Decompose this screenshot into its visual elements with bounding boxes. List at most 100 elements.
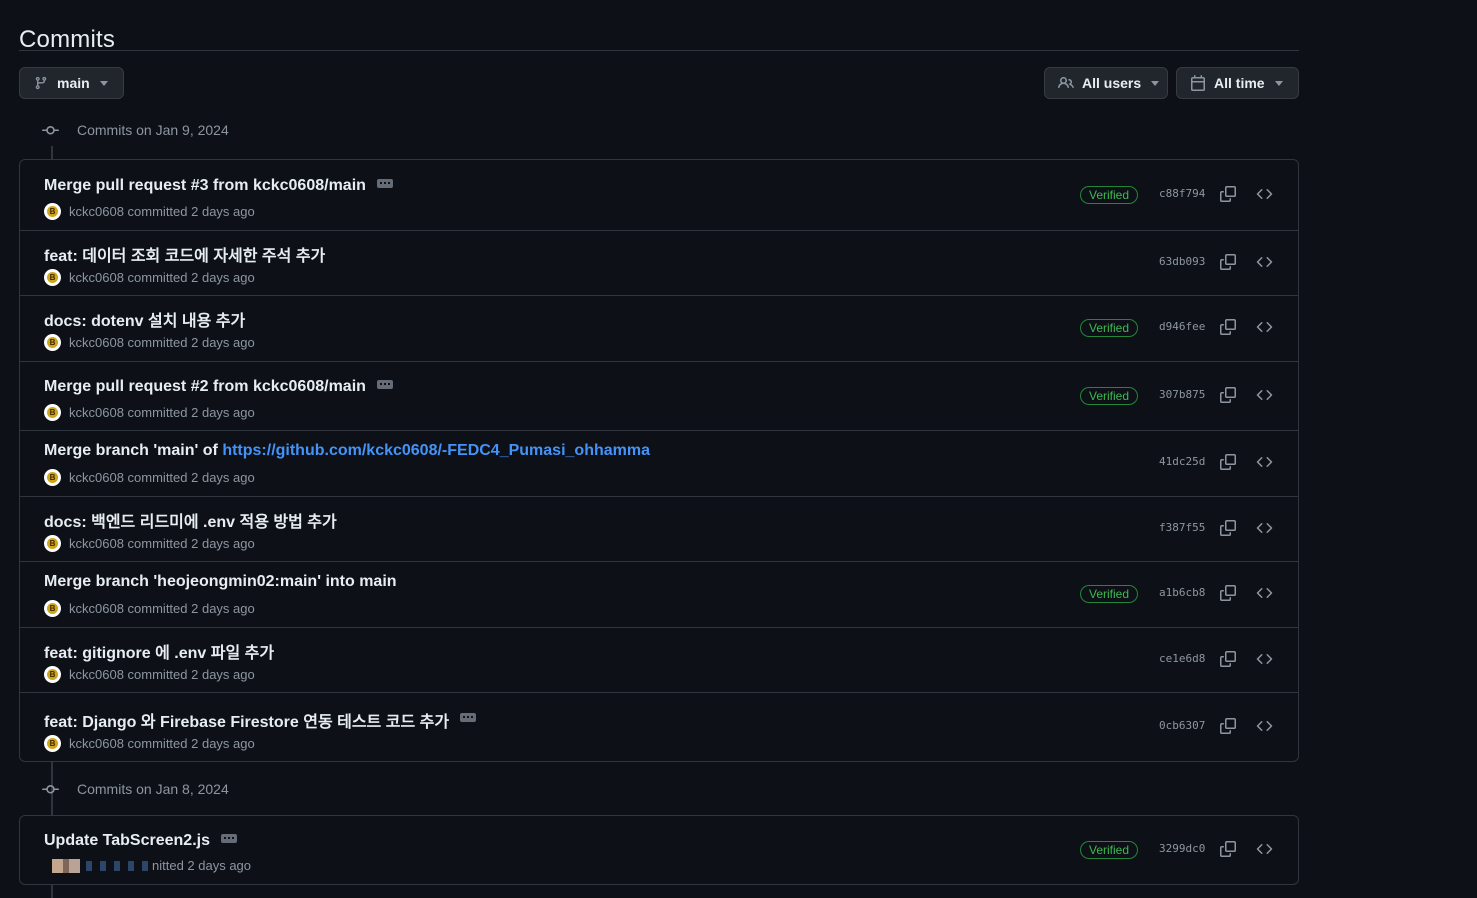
commit-message[interactable]: feat: 데이터 조회 코드에 자세한 주석 추가 <box>44 242 325 266</box>
avatar[interactable] <box>52 858 80 873</box>
commit-sha[interactable]: d946fee <box>1159 320 1205 333</box>
commit-list: Update TabScreen2.js nitted 2 days ago V… <box>19 815 1299 885</box>
people-icon <box>1058 76 1074 89</box>
commit-author[interactable]: kckc0608 <box>69 204 124 219</box>
verified-badge[interactable]: Verified <box>1080 186 1138 204</box>
commit-author[interactable]: kckc0608 <box>69 601 124 616</box>
kebab-horizontal-icon[interactable] <box>376 178 393 188</box>
commit-message[interactable]: docs: dotenv 설치 내용 추가 <box>44 307 245 331</box>
commit-sha[interactable]: ce1e6d8 <box>1159 652 1205 665</box>
git-commit-icon <box>42 125 59 134</box>
commit-sha[interactable]: 41dc25d <box>1159 455 1205 468</box>
git-branch-icon <box>35 76 47 90</box>
verified-badge[interactable]: Verified <box>1080 585 1138 603</box>
commit-row: Merge pull request #2 from kckc0608/main… <box>20 361 1298 430</box>
verified-badge[interactable]: Verified <box>1080 841 1138 859</box>
avatar[interactable]: B <box>44 404 61 421</box>
commit-author[interactable]: kckc0608 <box>69 470 124 485</box>
commit-message-link[interactable]: https://github.com/kckc0608/-FEDC4_Pumas… <box>222 442 650 460</box>
code-icon[interactable] <box>1256 454 1273 470</box>
commit-sha[interactable]: 0cb6307 <box>1159 719 1205 732</box>
verified-badge[interactable]: Verified <box>1080 319 1138 337</box>
avatar[interactable]: B <box>44 203 61 220</box>
commit-meta: committed 2 days ago <box>127 335 255 350</box>
commit-row: feat: Django 와 Firebase Firestore 연동 테스트… <box>20 692 1298 761</box>
commit-row: feat: gitignore 에 .env 파일 추가 B kckc0608 … <box>20 627 1298 692</box>
copy-icon[interactable] <box>1220 520 1236 536</box>
commit-group-date: Commits on Jan 8, 2024 <box>77 781 229 797</box>
copy-icon[interactable] <box>1220 254 1236 270</box>
commit-author[interactable]: kckc0608 <box>69 335 124 350</box>
commit-row: Merge branch 'heojeongmin02:main' into m… <box>20 561 1298 627</box>
kebab-horizontal-icon[interactable] <box>460 712 477 722</box>
commit-sha[interactable]: 3299dc0 <box>1159 842 1205 855</box>
code-icon[interactable] <box>1256 254 1273 270</box>
copy-icon[interactable] <box>1220 454 1236 470</box>
copy-icon[interactable] <box>1220 651 1236 667</box>
code-icon[interactable] <box>1256 585 1273 601</box>
commit-message[interactable]: feat: Django 와 Firebase Firestore 연동 테스트… <box>44 708 449 732</box>
commit-message[interactable]: Merge branch 'main' of <box>44 442 222 460</box>
code-icon[interactable] <box>1256 718 1273 734</box>
commit-author[interactable]: kckc0608 <box>69 667 124 682</box>
commit-message[interactable]: Merge branch 'heojeongmin02:main' into m… <box>44 573 397 591</box>
code-icon[interactable] <box>1256 186 1273 202</box>
avatar[interactable]: B <box>44 600 61 617</box>
users-filter-button[interactable]: All users <box>1044 67 1168 99</box>
copy-icon[interactable] <box>1220 585 1236 601</box>
commit-author[interactable]: kckc0608 <box>69 270 124 285</box>
code-icon[interactable] <box>1256 841 1273 857</box>
copy-icon[interactable] <box>1220 319 1236 335</box>
time-filter-label: All time <box>1214 75 1265 91</box>
git-commit-icon <box>42 784 59 793</box>
commit-sha[interactable]: a1b6cb8 <box>1159 586 1205 599</box>
redacted-author <box>86 860 152 871</box>
commit-row: Merge pull request #3 from kckc0608/main… <box>20 160 1298 230</box>
commit-message[interactable]: docs: 백엔드 리드미에 .env 적용 방법 추가 <box>44 508 337 532</box>
copy-icon[interactable] <box>1220 718 1236 734</box>
commit-group-header: Commits on Jan 8, 2024 <box>42 779 229 799</box>
kebab-horizontal-icon[interactable] <box>220 833 237 843</box>
copy-icon[interactable] <box>1220 841 1236 857</box>
code-icon[interactable] <box>1256 520 1273 536</box>
branch-select-button[interactable]: main <box>19 67 124 99</box>
avatar[interactable]: B <box>44 735 61 752</box>
commit-sha[interactable]: 307b875 <box>1159 388 1205 401</box>
timeline-line <box>51 885 53 898</box>
calendar-icon <box>1191 75 1205 91</box>
commit-message[interactable]: Merge pull request #3 from kckc0608/main <box>44 177 366 195</box>
commit-sha[interactable]: c88f794 <box>1159 187 1205 200</box>
copy-icon[interactable] <box>1220 186 1236 202</box>
commit-group-date: Commits on Jan 9, 2024 <box>77 122 229 138</box>
commit-message[interactable]: Merge pull request #2 from kckc0608/main <box>44 378 366 396</box>
commit-meta: committed 2 days ago <box>127 536 255 551</box>
copy-icon[interactable] <box>1220 387 1236 403</box>
commit-row: feat: 데이터 조회 코드에 자세한 주석 추가 B kckc0608 co… <box>20 230 1298 295</box>
time-filter-button[interactable]: All time <box>1176 67 1299 99</box>
commit-meta: committed 2 days ago <box>127 470 255 485</box>
commit-author[interactable]: kckc0608 <box>69 736 124 751</box>
avatar[interactable]: B <box>44 666 61 683</box>
commit-sha[interactable]: 63db093 <box>1159 255 1205 268</box>
commit-author[interactable]: kckc0608 <box>69 536 124 551</box>
commit-list: Merge pull request #3 from kckc0608/main… <box>19 159 1299 762</box>
verified-badge[interactable]: Verified <box>1080 387 1138 405</box>
commit-sha[interactable]: f387f55 <box>1159 521 1205 534</box>
avatar[interactable]: B <box>44 334 61 351</box>
title-divider <box>19 50 1299 51</box>
code-icon[interactable] <box>1256 651 1273 667</box>
code-icon[interactable] <box>1256 319 1273 335</box>
commit-meta: committed 2 days ago <box>127 405 255 420</box>
commit-author[interactable]: kckc0608 <box>69 405 124 420</box>
avatar[interactable]: B <box>44 535 61 552</box>
branch-name: main <box>57 75 90 91</box>
commit-row: Update TabScreen2.js nitted 2 days ago V… <box>20 816 1298 884</box>
code-icon[interactable] <box>1256 387 1273 403</box>
commit-message[interactable]: Update TabScreen2.js <box>44 832 210 850</box>
avatar[interactable]: B <box>44 469 61 486</box>
commit-message[interactable]: feat: gitignore 에 .env 파일 추가 <box>44 639 274 663</box>
avatar[interactable]: B <box>44 269 61 286</box>
caret-down-icon <box>1274 80 1283 86</box>
commit-row: Merge branch 'main' of https://github.co… <box>20 430 1298 496</box>
kebab-horizontal-icon[interactable] <box>376 379 393 389</box>
